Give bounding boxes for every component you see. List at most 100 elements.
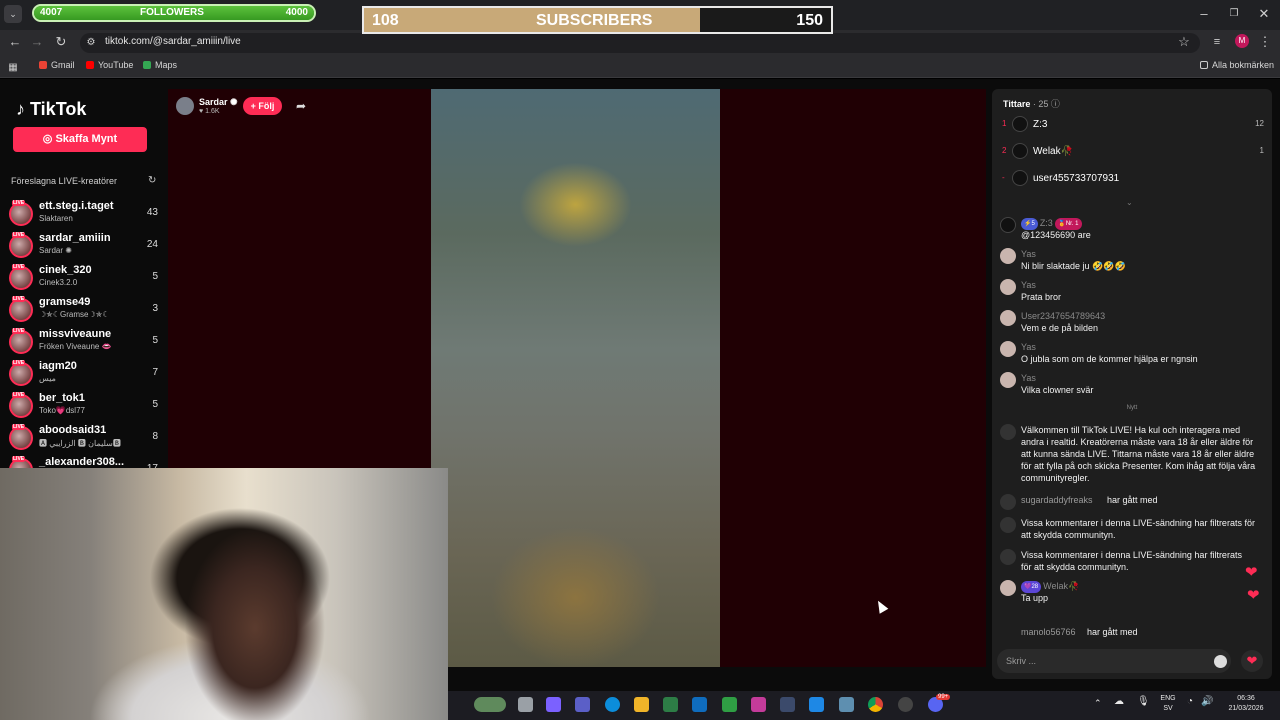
time: 06:36 [1237, 695, 1255, 702]
webcam-overlay [0, 468, 448, 720]
reload-icon[interactable]: ↻ [52, 32, 70, 52]
bookmark-gmail[interactable]: Gmail [39, 60, 75, 70]
creator-viewer-count: 5 [152, 271, 158, 282]
host-avatar[interactable] [176, 97, 194, 115]
mic-icon[interactable]: 🎙 [1137, 697, 1150, 707]
viewer-row[interactable]: 2 Welak🥀 1 [1000, 143, 1268, 163]
profile-avatar[interactable]: M [1235, 34, 1249, 48]
live-tag: LIVE [12, 392, 26, 398]
taskbar [448, 691, 1280, 720]
creator-nickname: ☽✯☾Gramse☽✯☾ [39, 310, 110, 319]
live-tag: LIVE [12, 264, 26, 270]
language-indicator[interactable]: ENG SV [1158, 694, 1178, 714]
viewer-row[interactable]: 1 Z:3 12 [1000, 116, 1268, 136]
back-icon[interactable]: ← [6, 32, 24, 52]
viewers-header[interactable]: Tittare · 25 ⓘ [1003, 97, 1060, 110]
bookmark-youtube[interactable]: YouTube [86, 60, 133, 70]
emoji-icon[interactable] [1214, 655, 1227, 668]
creator-item[interactable]: LIVE sardar_amiiin Sardar ✺ 24 [9, 232, 161, 262]
app-icon[interactable] [780, 697, 795, 712]
creator-name: _alexander308... [39, 456, 125, 468]
star-icon[interactable]: ☆ [1175, 32, 1193, 52]
creator-viewer-count: 3 [152, 303, 158, 314]
creator-item[interactable]: LIVE gramse49 ☽✯☾Gramse☽✯☾ 3 [9, 296, 161, 326]
m365-icon[interactable] [751, 697, 766, 712]
shield-icon[interactable] [722, 697, 737, 712]
message-text: Prata bror [1021, 292, 1062, 302]
wifi-icon[interactable]: ◔ [1187, 697, 1193, 707]
chevron-down-icon[interactable]: ⌄ [4, 5, 22, 23]
bookmark-label: Gmail [51, 60, 75, 70]
clock[interactable]: 06:36 21/03/2026 [1222, 694, 1270, 714]
minimize-icon[interactable]: – [1194, 4, 1214, 24]
get-coins-button[interactable]: ◎ Skaffa Mynt [13, 127, 147, 152]
creator-item[interactable]: LIVE cinek_320 Cinek3.2.0 5 [9, 264, 161, 294]
obs-icon[interactable] [898, 697, 913, 712]
creator-item[interactable]: LIVE aboodsaid31 🅰 الزرايبي 🅱 سليمان🅱 8 [9, 424, 161, 454]
creator-item[interactable]: LIVE iagm20 ميس 7 [9, 360, 161, 390]
avatar [1000, 341, 1016, 357]
followers-label: FOLLOWERS [140, 7, 204, 18]
message-text: Vilka clowner svär [1021, 385, 1094, 395]
teams-icon[interactable] [575, 697, 590, 712]
file-icon[interactable] [518, 697, 533, 712]
creator-nickname: Toko💗dsl77 [39, 406, 85, 415]
subscribers-goal-bar: 108 SUBSCRIBERS 150 [362, 6, 833, 34]
like-button[interactable]: ❤ [1241, 650, 1263, 672]
suggested-creators-title: Föreslagna LIVE-kreatörer [11, 176, 118, 186]
filter-notice: Vissa kommentarer i denna LIVE-sändning … [1021, 518, 1255, 540]
photos-icon[interactable] [809, 697, 824, 712]
chrome-icon[interactable] [868, 697, 883, 712]
address-bar[interactable] [80, 33, 1200, 53]
refresh-icon[interactable]: ↻ [148, 175, 156, 186]
chevron-down-icon[interactable]: ⌄ [1126, 198, 1133, 207]
all-bookmarks[interactable]: Alla bokmärken [1200, 60, 1274, 70]
message-user: Z:3 [1039, 218, 1053, 228]
tiktok-logo[interactable]: ♪ TikTok [16, 99, 86, 120]
close-icon[interactable]: ✕ [1254, 4, 1274, 24]
screen-icon[interactable] [839, 697, 854, 712]
viewers-count: · 25 [1032, 99, 1049, 109]
get-coins-label: Skaffa Mynt [55, 133, 118, 145]
tiktok-icon [1000, 549, 1016, 565]
forward-icon[interactable]: → [28, 32, 46, 52]
message-text: Ta upp [1021, 593, 1049, 603]
avatar [1000, 248, 1016, 264]
tiktok-icon [1000, 517, 1016, 533]
follow-button[interactable]: + Följ [243, 97, 282, 115]
maximize-icon[interactable]: ❐ [1224, 4, 1244, 24]
network-icon[interactable]: ☁ [1114, 697, 1124, 707]
creator-item[interactable]: LIVE ett.steg.i.taget Slaktaren 43 [9, 200, 161, 230]
live-video[interactable] [431, 89, 720, 667]
explorer-icon[interactable] [634, 697, 649, 712]
host-name[interactable]: Sardar ✺ [199, 97, 238, 108]
widgets-icon[interactable] [474, 697, 506, 712]
creator-item[interactable]: LIVE ber_tok1 Toko💗dsl77 5 [9, 392, 161, 422]
bookmark-maps[interactable]: Maps [143, 60, 177, 70]
followers-goal: 4000 [285, 7, 308, 18]
copilot-icon[interactable] [546, 697, 561, 712]
share-icon[interactable]: ➦ [296, 99, 306, 113]
join-text: har gått med [1087, 627, 1138, 637]
media-icon[interactable]: ≡ [1208, 32, 1226, 52]
store-icon[interactable] [663, 697, 678, 712]
edge-icon[interactable] [605, 697, 620, 712]
creator-item[interactable]: LIVE missviveaune Fröken Viveaune 👄 5 [9, 328, 161, 358]
avatar [1000, 217, 1016, 233]
viewer-row[interactable]: - user455733707931 [1000, 170, 1268, 190]
bookmark-label: Maps [155, 60, 178, 70]
creator-name: ber_tok1 [39, 392, 85, 404]
creator-viewer-count: 24 [146, 239, 158, 250]
viewer-score: 1 [1259, 146, 1264, 155]
logo-text: TikTok [30, 99, 87, 119]
chevron-up-icon[interactable]: ⌃ [1094, 698, 1102, 708]
volume-icon[interactable]: 🔊 [1201, 697, 1213, 707]
message-user: Welak🥀 [1043, 581, 1080, 591]
apps-icon[interactable]: ▦ [6, 58, 20, 78]
creator-name: iagm20 [39, 360, 77, 372]
join-user[interactable]: manolo56766 [1021, 626, 1076, 638]
outlook-icon[interactable] [692, 697, 707, 712]
menu-icon[interactable]: ⋮ [1258, 32, 1272, 52]
site-info-icon[interactable]: ⚙ [84, 33, 98, 53]
join-user[interactable]: sugardaddyfreaks [1021, 494, 1093, 506]
